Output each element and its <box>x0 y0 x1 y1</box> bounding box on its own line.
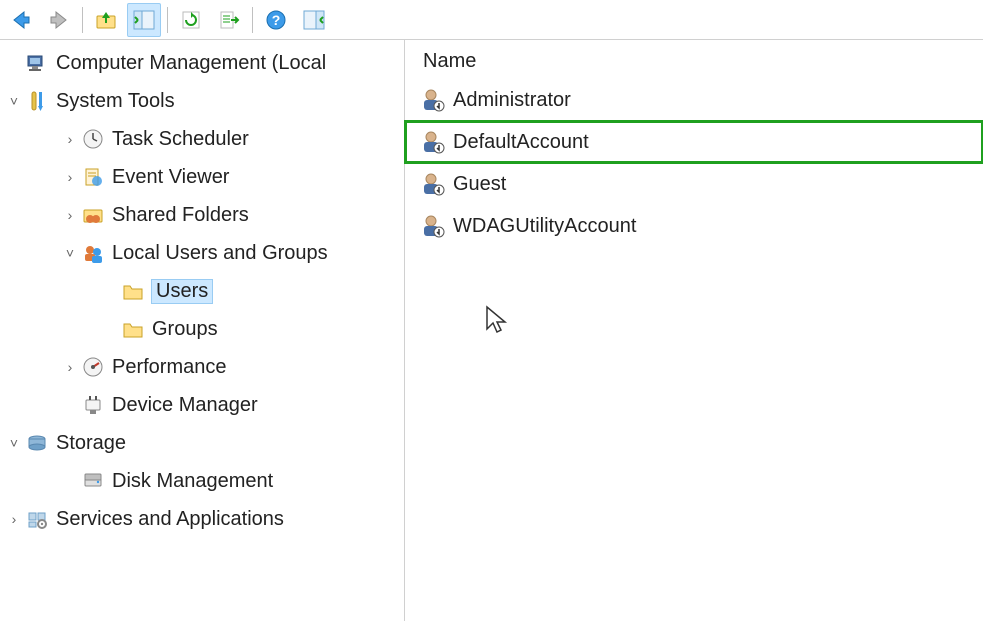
tree-node-device-manager[interactable]: Device Manager <box>0 386 404 424</box>
user-disabled-icon <box>419 128 447 156</box>
tree-label: Services and Applications <box>56 508 284 531</box>
tree-label: Groups <box>152 318 218 341</box>
user-disabled-icon <box>419 86 447 114</box>
export-icon <box>218 9 240 31</box>
tree-label: Task Scheduler <box>112 128 249 151</box>
arrow-left-icon <box>9 8 33 32</box>
main-split: Computer Management (Local ˅ System Tool… <box>0 40 983 621</box>
toggle-tree-button[interactable] <box>127 3 161 37</box>
toolbar: ? <box>0 0 983 40</box>
nav-back-button[interactable] <box>4 3 38 37</box>
tree-label: Storage <box>56 432 126 455</box>
tree-node-task-scheduler[interactable]: › Task Scheduler <box>0 120 404 158</box>
tree-node-disk-management[interactable]: Disk Management <box>0 462 404 500</box>
list-item-guest[interactable]: Guest <box>405 163 983 205</box>
refresh-button[interactable] <box>174 3 208 37</box>
tree-node-computer-management[interactable]: Computer Management (Local <box>0 44 404 82</box>
help-icon: ? <box>265 9 287 31</box>
expander-icon[interactable]: › <box>60 207 80 223</box>
expander-icon[interactable]: ˅ <box>4 435 24 451</box>
computer-management-icon <box>24 50 50 76</box>
help-button[interactable]: ? <box>259 3 293 37</box>
toolbar-separator-3 <box>252 7 253 33</box>
expander-icon[interactable]: › <box>60 131 80 147</box>
svg-text:?: ? <box>272 12 281 28</box>
list-item-label: WDAGUtilityAccount <box>453 215 636 238</box>
tree-label: Performance <box>112 356 227 379</box>
device-manager-icon <box>80 392 106 418</box>
cursor-icon <box>485 305 509 335</box>
list-item-label: Administrator <box>453 89 571 112</box>
export-list-button[interactable] <box>212 3 246 37</box>
list-column-name[interactable]: Name <box>405 44 983 79</box>
folder-icon <box>120 316 146 342</box>
toolbar-separator <box>82 7 83 33</box>
tree-label: Device Manager <box>112 394 258 417</box>
expander-icon[interactable]: › <box>4 511 24 527</box>
tree-label: Local Users and Groups <box>112 242 328 265</box>
tree-node-system-tools[interactable]: ˅ System Tools <box>0 82 404 120</box>
storage-icon <box>24 430 50 456</box>
list-pane: Name Administrator DefaultAccount Guest … <box>405 40 983 621</box>
tree-label: Event Viewer <box>112 166 229 189</box>
tree-node-shared-folders[interactable]: › Shared Folders <box>0 196 404 234</box>
folder-icon <box>120 278 146 304</box>
expander-icon[interactable]: ˅ <box>4 93 24 109</box>
clock-icon <box>80 126 106 152</box>
toggle-action-pane-button[interactable] <box>297 3 331 37</box>
tree-label: Disk Management <box>112 470 273 493</box>
expander-icon[interactable]: › <box>60 169 80 185</box>
up-level-button[interactable] <box>89 3 123 37</box>
pane-tree-icon <box>132 8 156 32</box>
disk-management-icon <box>80 468 106 494</box>
tree-node-groups[interactable]: Groups <box>0 310 404 348</box>
tree-node-event-viewer[interactable]: › Event Viewer <box>0 158 404 196</box>
tree-label: Shared Folders <box>112 204 249 227</box>
tree-node-storage[interactable]: ˅ Storage <box>0 424 404 462</box>
tree-node-services-apps[interactable]: › Services and Applications <box>0 500 404 538</box>
services-apps-icon <box>24 506 50 532</box>
pane-action-icon <box>302 8 326 32</box>
event-viewer-icon <box>80 164 106 190</box>
tree-pane: Computer Management (Local ˅ System Tool… <box>0 40 405 621</box>
tree-node-local-users-groups[interactable]: ˅ Local Users and Groups <box>0 234 404 272</box>
user-disabled-icon <box>419 212 447 240</box>
expander-icon[interactable]: ˅ <box>60 245 80 261</box>
folder-up-icon <box>94 8 118 32</box>
list-item-wdagutilityaccount[interactable]: WDAGUtilityAccount <box>405 205 983 247</box>
refresh-icon <box>180 9 202 31</box>
list-item-label: Guest <box>453 173 506 196</box>
tree-label: Users <box>152 280 212 303</box>
shared-folders-icon <box>80 202 106 228</box>
arrow-right-icon <box>47 8 71 32</box>
users-groups-icon <box>80 240 106 266</box>
list-item-administrator[interactable]: Administrator <box>405 79 983 121</box>
user-disabled-icon <box>419 170 447 198</box>
nav-forward-button[interactable] <box>42 3 76 37</box>
toolbar-separator-2 <box>167 7 168 33</box>
list-item-defaultaccount[interactable]: DefaultAccount <box>405 121 983 163</box>
tree-node-users[interactable]: Users <box>0 272 404 310</box>
tree-node-performance[interactable]: › Performance <box>0 348 404 386</box>
tree-label: System Tools <box>56 90 175 113</box>
performance-icon <box>80 354 106 380</box>
expander-icon[interactable]: › <box>60 359 80 375</box>
list-item-label: DefaultAccount <box>453 131 589 154</box>
tree-label: Computer Management (Local <box>56 52 326 75</box>
system-tools-icon <box>24 88 50 114</box>
